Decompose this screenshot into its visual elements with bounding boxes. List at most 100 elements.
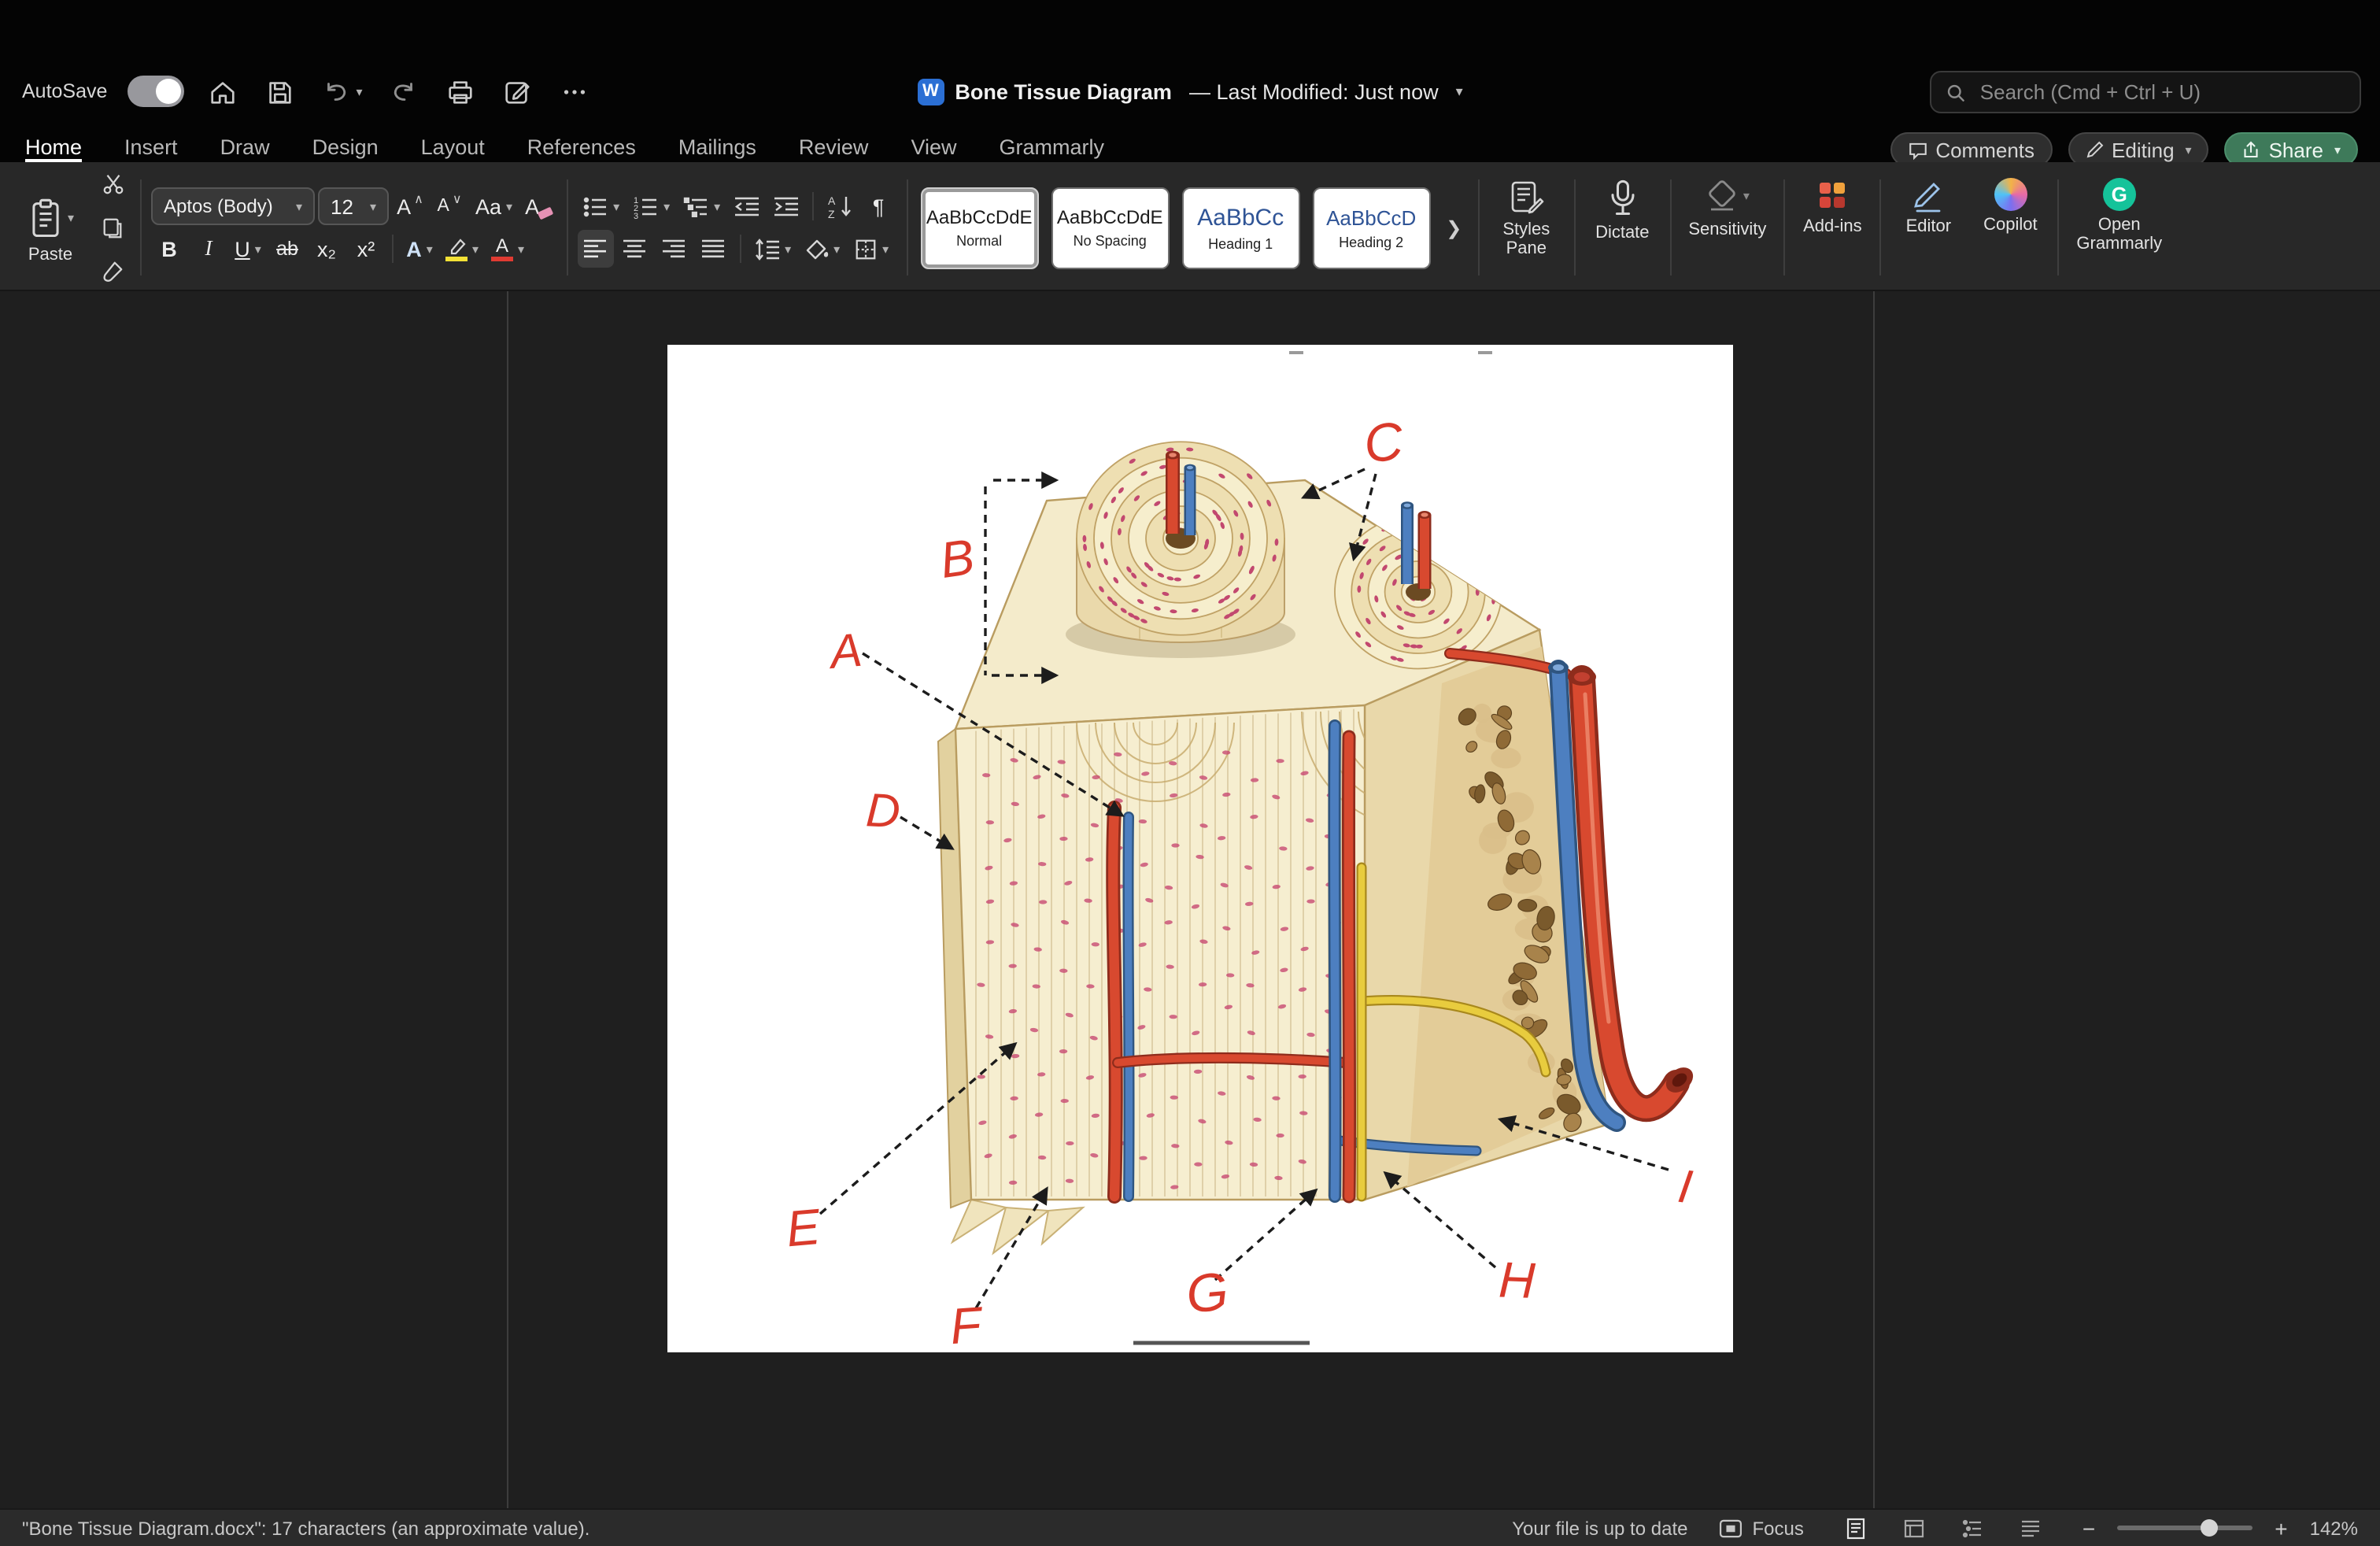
tab-grammarly[interactable]: Grammarly — [1000, 132, 1105, 162]
chevron-down-icon: ▾ — [427, 242, 433, 256]
web-layout-view-button[interactable] — [1894, 1515, 1935, 1540]
copilot-button[interactable]: Copilot — [1972, 168, 2048, 287]
tab-view[interactable]: View — [911, 132, 956, 162]
tab-home[interactable]: Home — [25, 132, 82, 162]
print-layout-view-button[interactable] — [1835, 1515, 1876, 1540]
word-count-status[interactable]: "Bone Tissue Diagram.docx": 17 character… — [22, 1517, 589, 1539]
editor-button[interactable]: Editor — [1890, 168, 1966, 287]
undo-button[interactable]: ▾ — [318, 73, 365, 109]
tab-layout[interactable]: Layout — [421, 132, 485, 162]
share-button[interactable]: Share ▾ — [2225, 132, 2358, 162]
format-painter-button[interactable] — [94, 253, 131, 290]
editing-mode-button[interactable]: Editing ▾ — [2068, 132, 2209, 162]
chevron-down-icon: ▾ — [613, 199, 619, 213]
open-grammarly-button[interactable]: G OpenGrammarly — [2068, 168, 2170, 287]
home-button[interactable] — [205, 73, 241, 109]
style-heading-1[interactable]: AaBbCc Heading 1 — [1181, 187, 1299, 268]
focus-icon — [1719, 1518, 1743, 1537]
focus-mode-button[interactable]: Focus — [1709, 1515, 1813, 1540]
styles-gallery-expand-button[interactable]: ❯ — [1443, 216, 1465, 239]
zoom-slider[interactable] — [2117, 1526, 2252, 1530]
shrink-font-button[interactable]: A∨ — [431, 187, 468, 225]
draft-view-button[interactable] — [2010, 1515, 2051, 1540]
zoom-level[interactable]: 142% — [2310, 1517, 2358, 1539]
styles-pane-button[interactable]: StylesPane — [1488, 168, 1564, 287]
save-button[interactable] — [261, 73, 298, 109]
tab-references[interactable]: References — [527, 132, 636, 162]
comments-button[interactable]: Comments — [1890, 132, 2052, 162]
bold-button[interactable]: B — [151, 230, 187, 268]
style-heading-2[interactable]: AaBbCcD Heading 2 — [1312, 187, 1430, 268]
tab-review[interactable]: Review — [799, 132, 869, 162]
text-effects-button[interactable]: A▾ — [401, 230, 438, 268]
search-input[interactable] — [1977, 79, 2345, 105]
bullets-button[interactable]: ▾ — [577, 187, 624, 225]
justify-button[interactable] — [695, 230, 731, 268]
strikethrough-button[interactable]: ab — [269, 230, 305, 268]
zoom-slider-knob[interactable] — [2201, 1518, 2219, 1536]
show-formatting-marks-button[interactable]: ¶ — [860, 187, 896, 225]
copilot-icon — [1994, 178, 2027, 211]
style-no-spacing[interactable]: AaBbCcDdE No Spacing — [1051, 187, 1169, 268]
undo-icon — [321, 76, 351, 106]
more-commands-button[interactable] — [556, 73, 593, 109]
font-size-select[interactable]: 12 ▾ — [318, 187, 389, 225]
grow-font-button[interactable]: A∧ — [392, 187, 428, 225]
sensitivity-button[interactable]: ▾ Sensitivity — [1680, 168, 1774, 287]
font-color-button[interactable]: A ▾ — [486, 230, 529, 268]
new-compose-button[interactable] — [499, 73, 535, 109]
outline-view-button[interactable] — [1952, 1515, 1993, 1540]
line-spacing-button[interactable]: ▾ — [748, 230, 796, 268]
diagram-label-d: D — [865, 783, 902, 838]
highlighter-icon — [445, 237, 468, 254]
tab-mailings[interactable]: Mailings — [678, 132, 756, 162]
chevron-down-icon: ▾ — [255, 242, 261, 256]
search-field[interactable] — [1930, 71, 2361, 113]
italic-button[interactable]: I — [190, 230, 227, 268]
sort-button[interactable]: AZ — [821, 187, 857, 225]
svg-text:Z: Z — [827, 208, 834, 219]
multilevel-list-icon — [682, 194, 709, 218]
superscript-button[interactable]: x² — [348, 230, 384, 268]
tab-design[interactable]: Design — [312, 132, 379, 162]
align-center-button[interactable] — [616, 230, 652, 268]
diagram-label-c: C — [1361, 411, 1406, 475]
chevron-down-icon: ▾ — [68, 209, 74, 228]
redo-button[interactable] — [386, 73, 422, 109]
underline-button[interactable]: U▾ — [230, 230, 266, 268]
change-case-button[interactable]: Aa▾ — [471, 187, 517, 225]
svg-text:A: A — [827, 194, 835, 207]
autosave-toggle[interactable] — [128, 76, 184, 107]
borders-button[interactable]: ▾ — [848, 230, 893, 268]
align-left-button[interactable] — [577, 230, 613, 268]
zoom-out-button[interactable]: − — [2073, 1518, 2105, 1537]
subscript-button[interactable]: x₂ — [309, 230, 345, 268]
paste-button[interactable]: ▾ Paste — [13, 187, 88, 268]
shading-button[interactable]: ▾ — [799, 230, 844, 268]
numbering-button[interactable]: 123 ▾ — [627, 187, 674, 225]
add-ins-button[interactable]: Add-ins — [1794, 168, 1870, 287]
font-name-select[interactable]: Aptos (Body) ▾ — [151, 187, 315, 225]
dictate-button[interactable]: Dictate — [1584, 168, 1660, 287]
zoom-in-button[interactable]: + — [2265, 1518, 2297, 1537]
chevron-down-icon: ▾ — [663, 199, 670, 213]
justify-icon — [700, 238, 726, 260]
multilevel-list-button[interactable]: ▾ — [678, 187, 725, 225]
tab-insert[interactable]: Insert — [124, 132, 178, 162]
highlight-color-button[interactable]: ▾ — [441, 230, 483, 268]
cut-button[interactable] — [94, 165, 131, 202]
status-bar: "Bone Tissue Diagram.docx": 17 character… — [0, 1508, 2380, 1546]
style-normal[interactable]: AaBbCcDdE Normal — [920, 187, 1038, 268]
decrease-indent-button[interactable] — [728, 187, 764, 225]
scissors-icon — [100, 172, 125, 195]
clear-formatting-button[interactable]: A — [520, 187, 556, 225]
highlight-color-swatch — [445, 256, 468, 261]
document-page[interactable]: A B C D E F G H I — [667, 345, 1733, 1352]
compose-icon — [502, 76, 532, 106]
bone-tissue-diagram-image: A B C D E F G H I — [667, 345, 1733, 1352]
print-button[interactable] — [442, 73, 479, 109]
tab-draw[interactable]: Draw — [220, 132, 270, 162]
align-right-button[interactable] — [656, 230, 692, 268]
copy-button[interactable] — [94, 209, 131, 246]
increase-indent-button[interactable] — [767, 187, 804, 225]
